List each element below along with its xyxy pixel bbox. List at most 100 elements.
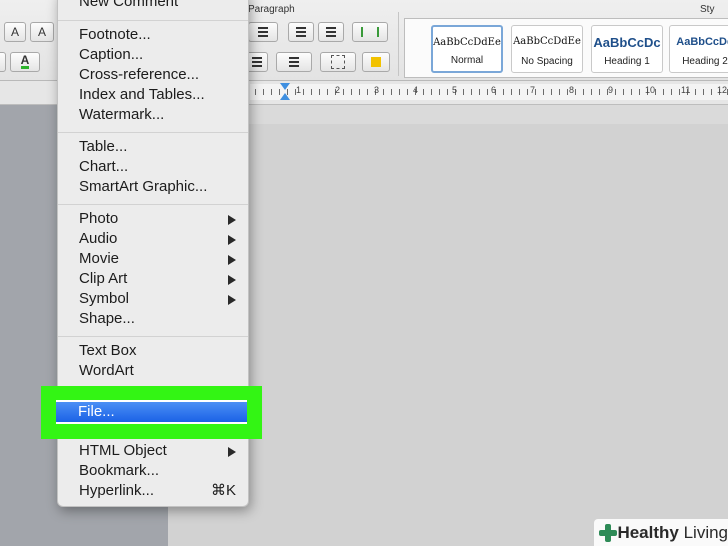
justify-button[interactable]: [246, 52, 268, 72]
indent-icon: [326, 31, 336, 33]
menu-item-cross-reference[interactable]: Cross-reference...: [58, 65, 248, 85]
list-icon: [258, 31, 268, 33]
ruler-number: 9: [608, 85, 614, 95]
document-top-margin: [168, 104, 728, 125]
ruler-number: 3: [374, 85, 380, 95]
line-spacing-button[interactable]: [276, 52, 312, 72]
multilevel-list-button[interactable]: [248, 22, 278, 42]
shrink-font-button[interactable]: A: [30, 22, 54, 42]
style-name: Heading 2: [682, 56, 728, 67]
menu-item-label: Index and Tables...: [79, 86, 205, 103]
submenu-arrow-icon: [228, 235, 236, 245]
highlight-button[interactable]: [0, 52, 6, 72]
ruler-number: 5: [452, 85, 458, 95]
watermark-brand-rest: Living: [678, 522, 728, 542]
shading-button[interactable]: [362, 52, 390, 72]
menu-item-label: Audio: [79, 230, 118, 247]
menu-item-label: Chart...: [79, 158, 129, 175]
ruler-number: 10: [645, 85, 656, 95]
menu-separator: [58, 20, 248, 21]
menu-item-label: Photo: [79, 210, 119, 227]
menu-item-symbol[interactable]: Symbol: [58, 289, 248, 309]
borders-button[interactable]: [320, 52, 356, 72]
columns-button[interactable]: [352, 22, 388, 42]
menu-item-label: Movie: [79, 250, 120, 267]
grow-font-label: A: [10, 25, 19, 39]
ruler-number: 11: [681, 85, 691, 95]
style-heading-1[interactable]: AaBbCcDc Heading 1: [591, 25, 663, 73]
submenu-arrow-icon: [228, 447, 236, 457]
paragraph-group-label: Paragraph: [248, 4, 295, 15]
increase-indent-button[interactable]: [318, 22, 344, 42]
menu-item-label: HTML Object: [79, 442, 167, 459]
watermark-badge: Healthy Living: [594, 519, 728, 546]
menu-item-bookmark[interactable]: Bookmark...: [58, 461, 248, 481]
menu-item-shape[interactable]: Shape...: [58, 309, 248, 329]
ruler-number: 7: [530, 85, 536, 95]
document-canvas[interactable]: [168, 124, 728, 546]
ruler-number: 4: [413, 85, 419, 95]
ruler-number: 6: [491, 85, 497, 95]
grow-font-button[interactable]: A: [4, 22, 26, 42]
borders-icon: [331, 55, 345, 69]
menu-item-caption[interactable]: Caption...: [58, 45, 248, 65]
menu-item-watermark[interactable]: Watermark...: [58, 105, 248, 125]
menu-item-label: Shape...: [79, 310, 135, 327]
left-indent-marker[interactable]: [280, 93, 290, 100]
menu-item-label: SmartArt Graphic...: [79, 178, 208, 195]
menu-item-label: WordArt: [79, 362, 134, 379]
menu-item-label: Text Box: [79, 342, 137, 359]
style-normal[interactable]: AaBbCcDdEe Normal: [431, 25, 503, 73]
menu-separator: [58, 132, 248, 133]
style-heading-2[interactable]: AaBbCcDd Heading 2: [669, 25, 728, 73]
menu-item-label: Bookmark...: [79, 462, 160, 479]
keyboard-shortcut: ⌘K: [210, 482, 236, 499]
plus-cross-icon: [598, 523, 618, 543]
columns-icon: [361, 27, 379, 37]
submenu-arrow-icon: [228, 275, 236, 285]
menu-item-hyperlink[interactable]: Hyperlink... ⌘K: [58, 481, 248, 501]
style-name: No Spacing: [521, 56, 573, 67]
style-no-spacing[interactable]: AaBbCcDdEe No Spacing: [511, 25, 583, 73]
ribbon-divider: [398, 12, 399, 76]
submenu-arrow-icon: [228, 295, 236, 305]
menu-item-clip-art[interactable]: Clip Art: [58, 269, 248, 289]
menu-item-index-and-tables[interactable]: Index and Tables...: [58, 85, 248, 105]
decrease-indent-button[interactable]: [288, 22, 314, 42]
menu-item-label: Clip Art: [79, 270, 128, 287]
menu-item-smartart-graphic[interactable]: SmartArt Graphic...: [58, 177, 248, 197]
menu-item-new-comment[interactable]: New Comment: [58, 0, 248, 12]
style-sample: AaBbCcDc: [593, 35, 661, 50]
menu-item-label: New Comment: [79, 0, 179, 10]
menu-item-label: Table...: [79, 138, 128, 155]
first-line-indent-marker[interactable]: [280, 83, 290, 90]
font-color-button[interactable]: A: [10, 52, 40, 72]
menu-item-file[interactable]: File...: [56, 400, 247, 424]
menu-item-chart[interactable]: Chart...: [58, 157, 248, 177]
menu-item-html-object[interactable]: HTML Object: [58, 441, 248, 461]
font-color-label: A: [20, 53, 30, 69]
menu-item-movie[interactable]: Movie: [58, 249, 248, 269]
menu-separator: [58, 204, 248, 205]
menu-item-label: Footnote...: [79, 26, 151, 43]
menu-item-photo[interactable]: Photo: [58, 209, 248, 229]
ruler-numbers: 1 2 3 4 5 6 7 8 9 10 11 12: [250, 85, 728, 99]
menu-item-label: File...: [78, 403, 115, 420]
watermark-brand-bold: Healthy: [617, 522, 679, 542]
style-sample: AaBbCcDd: [676, 36, 728, 48]
menu-separator: [58, 336, 248, 337]
shrink-font-label: A: [37, 25, 46, 39]
menu-item-wordart[interactable]: WordArt: [58, 361, 248, 381]
menu-item-text-box[interactable]: Text Box: [58, 341, 248, 361]
menu-item-footnote[interactable]: Footnote...: [58, 25, 248, 45]
line-spacing-icon: [289, 61, 299, 63]
style-sample: AaBbCcDdEe: [513, 36, 581, 47]
menu-item-label: Watermark...: [79, 106, 165, 123]
menu-item-table[interactable]: Table...: [58, 137, 248, 157]
menu-item-audio[interactable]: Audio: [58, 229, 248, 249]
menu-item-label: Caption...: [79, 46, 144, 63]
watermark-text: Healthy Living: [617, 523, 728, 543]
menu-item-label: Hyperlink...: [79, 482, 155, 499]
menu-item-label: Symbol: [79, 290, 130, 307]
styles-gallery: AaBbCcDdEe Normal AaBbCcDdEe No Spacing …: [404, 18, 728, 78]
